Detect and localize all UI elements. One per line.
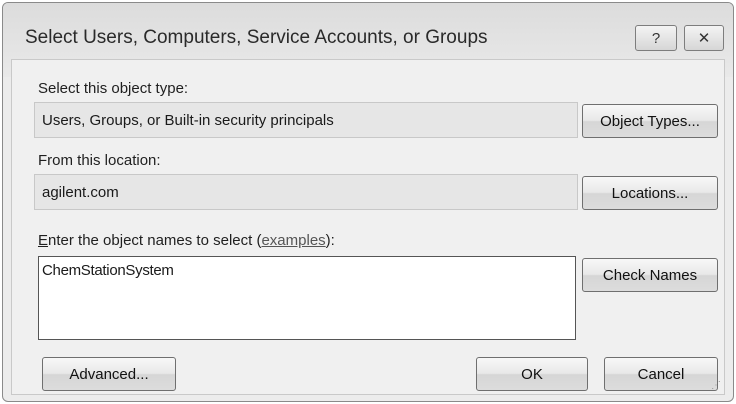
object-names-input[interactable]: ChemStationSystem — [38, 256, 576, 340]
object-names-label-accelerator: E — [38, 232, 49, 249]
cancel-button[interactable]: Cancel — [604, 357, 718, 391]
object-names-label-text: nter the object names to select ( — [48, 232, 262, 249]
object-names-label: Enter the object names to select (exampl… — [38, 232, 335, 249]
check-names-button[interactable]: Check Names — [582, 258, 718, 292]
ok-button[interactable]: OK — [476, 357, 588, 391]
close-button[interactable]: ✕ — [684, 25, 724, 51]
locations-button[interactable]: Locations... — [582, 176, 718, 210]
location-field: agilent.com — [34, 174, 578, 210]
help-button[interactable]: ? — [635, 25, 677, 51]
object-types-button[interactable]: Object Types... — [582, 104, 718, 138]
dialog-window: Select Users, Computers, Service Account… — [2, 2, 734, 402]
object-type-label: Select this object type: — [38, 80, 189, 97]
dialog-body: Select this object type: Users, Groups, … — [11, 59, 725, 395]
examples-link[interactable]: examples — [261, 232, 325, 249]
dialog-title: Select Users, Computers, Service Account… — [25, 27, 488, 48]
advanced-button[interactable]: Advanced... — [42, 357, 176, 391]
object-names-label-end: ): — [325, 232, 335, 249]
close-icon: ✕ — [697, 30, 711, 47]
object-type-field: Users, Groups, or Built-in security prin… — [34, 102, 578, 138]
location-label: From this location: — [38, 152, 161, 169]
help-icon: ? — [651, 29, 661, 47]
resize-grip-icon[interactable]: ⋰ — [711, 380, 721, 391]
